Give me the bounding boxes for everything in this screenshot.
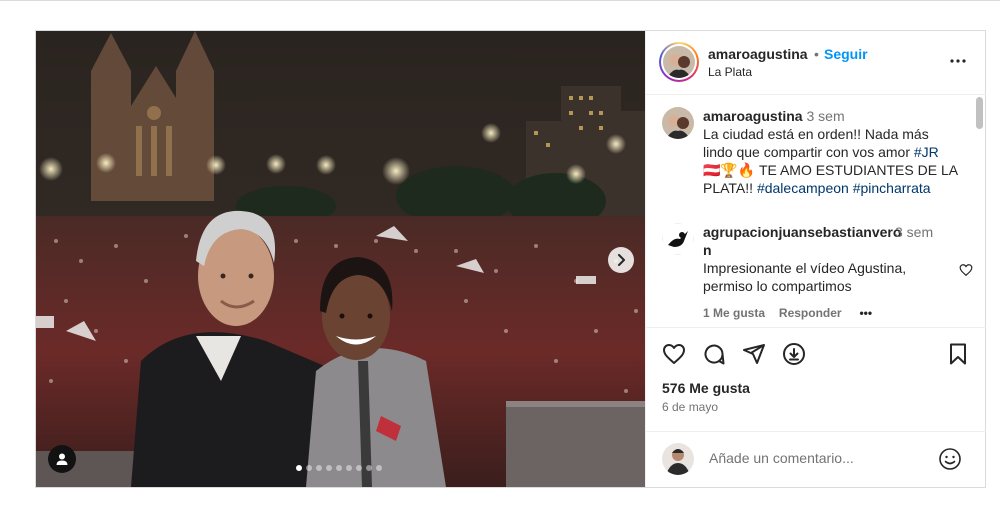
comment-meta: 1 Me gusta Responder •••: [703, 303, 923, 322]
comment-time[interactable]: 3 sem: [895, 223, 935, 241]
avatar[interactable]: [662, 223, 694, 255]
save-button[interactable]: [946, 342, 970, 371]
emoji-button[interactable]: [938, 447, 962, 476]
hashtag-link[interactable]: #dalecampeon: [757, 180, 849, 196]
more-options-button[interactable]: [948, 51, 968, 76]
add-comment-bar: [646, 431, 986, 488]
next-slide-button[interactable]: [608, 247, 634, 273]
download-icon: [783, 343, 805, 365]
separator-dot: •: [814, 46, 819, 62]
post-side-panel: amaroagustina • Seguir La Plata amaroagu…: [645, 31, 986, 487]
caption-time[interactable]: 3 sem: [806, 108, 844, 124]
tagged-users-button[interactable]: [48, 445, 76, 473]
carousel-dot: [326, 465, 332, 471]
post-author-username[interactable]: amaroagustina: [708, 46, 808, 62]
avatar: [662, 443, 694, 475]
hashtag-link[interactable]: #JR: [914, 144, 939, 160]
carousel-dot: [336, 465, 342, 471]
caption-body: amaroagustina 3 sem La ciudad está en or…: [703, 107, 958, 197]
top-divider: [0, 0, 1000, 1]
add-comment-input[interactable]: [707, 449, 931, 467]
action-bar: 576 Me gusta 6 de mayo: [646, 327, 986, 432]
carousel-dot: [356, 465, 362, 471]
heart-icon: [663, 344, 685, 364]
heart-icon: [959, 264, 973, 277]
share-icon: [743, 344, 765, 364]
download-button[interactable]: [782, 342, 806, 371]
carousel-dot: [346, 465, 352, 471]
caption-emojis: 🇦🇹🏆🔥: [703, 162, 759, 178]
comment-likes[interactable]: 1 Me gusta: [703, 306, 765, 320]
like-button[interactable]: [662, 342, 686, 371]
comments-scrollbar[interactable]: [975, 97, 983, 325]
avatar-image: [662, 107, 694, 139]
current-user-avatar: [662, 443, 694, 475]
post-photo[interactable]: [36, 31, 645, 487]
carousel-dot: [376, 465, 382, 471]
scrollbar-thumb[interactable]: [976, 97, 983, 129]
emoji-icon: [939, 448, 961, 470]
avatar[interactable]: [662, 107, 694, 139]
share-button[interactable]: [742, 342, 766, 371]
post-header: amaroagustina • Seguir La Plata: [646, 31, 986, 95]
hashtag-link[interactable]: #pincharrata: [853, 180, 931, 196]
user-tag-icon: [56, 453, 68, 465]
like-comment-button[interactable]: [959, 263, 973, 282]
carousel-dot: [366, 465, 372, 471]
bookmark-icon: [950, 343, 966, 365]
reply-button[interactable]: Responder: [779, 306, 842, 320]
comments-section[interactable]: amaroagustina 3 sem La ciudad está en or…: [646, 95, 986, 327]
comment-more-button[interactable]: •••: [859, 306, 872, 320]
carousel-dot: [296, 465, 302, 471]
likes-count[interactable]: 576 Me gusta: [662, 380, 750, 396]
comment-icon: [704, 344, 725, 365]
post-date[interactable]: 6 de mayo: [662, 400, 718, 414]
caption-text-start: La ciudad está en orden!! Nada más lindo…: [703, 126, 929, 160]
comment-body: agrupacionjuansebastianveron Impresionan…: [703, 223, 923, 322]
carousel-indicator: [296, 465, 382, 471]
carousel-dot: [316, 465, 322, 471]
comment-text: Impresionante el vídeo Agustina, permiso…: [703, 260, 907, 294]
more-icon: [950, 59, 966, 63]
instagram-post: amaroagustina • Seguir La Plata amaroagu…: [35, 30, 986, 488]
comment-button[interactable]: [702, 342, 726, 371]
follow-button[interactable]: Seguir: [824, 46, 868, 62]
avatar: [663, 46, 695, 78]
caption-text: La ciudad está en orden!! Nada más lindo…: [703, 125, 958, 197]
caption-username[interactable]: amaroagustina: [703, 108, 803, 124]
comment-username[interactable]: agrupacionjuansebastianveron: [703, 224, 901, 258]
photo-scene: [36, 31, 645, 487]
post-location[interactable]: La Plata: [708, 65, 752, 79]
chevron-right-icon: [618, 254, 625, 266]
avatar-image: [662, 223, 694, 255]
story-ring[interactable]: [659, 42, 699, 82]
carousel-dot: [306, 465, 312, 471]
